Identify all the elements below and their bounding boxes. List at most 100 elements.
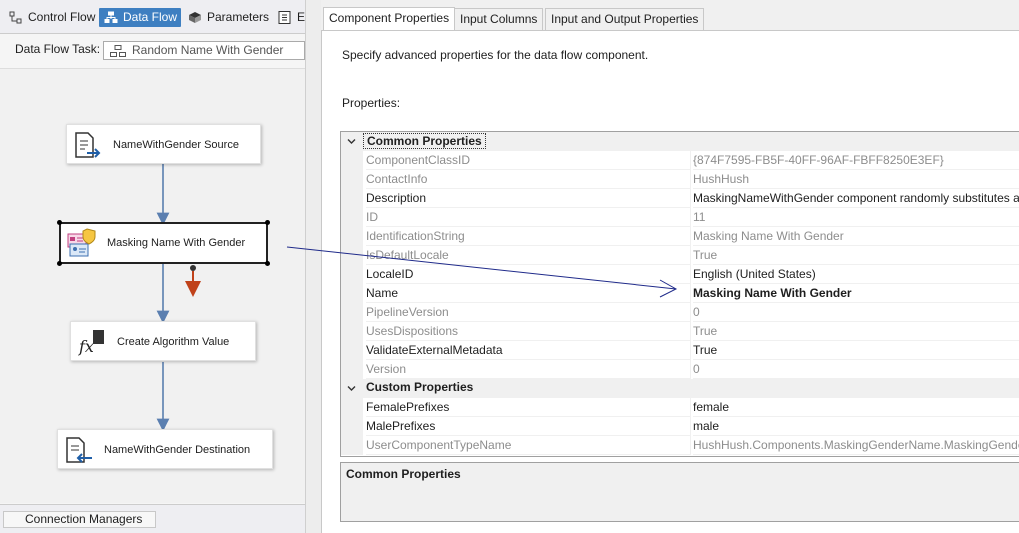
property-row[interactable]: PipelineVersion 0 bbox=[341, 303, 1019, 322]
property-value[interactable]: MaskingNameWithGender component randomly… bbox=[693, 189, 1019, 208]
property-name: Version bbox=[366, 360, 691, 379]
property-row[interactable]: UserComponentTypeName HushHush.Components… bbox=[341, 436, 1019, 455]
row-gutter bbox=[341, 360, 363, 379]
property-name: UsesDispositions bbox=[366, 322, 691, 341]
property-row[interactable]: Name Masking Name With Gender bbox=[341, 284, 1019, 303]
property-value[interactable]: HushHush.Components.MaskingGenderName.Ma… bbox=[693, 436, 1019, 455]
property-name: LocaleID bbox=[366, 265, 691, 284]
tab-label: E bbox=[297, 10, 306, 24]
row-gutter bbox=[341, 265, 363, 284]
property-row[interactable]: ContactInfo HushHush bbox=[341, 170, 1019, 189]
design-surface[interactable]: NameWithGender Source Masking Name With … bbox=[0, 68, 305, 503]
data-flow-task-label: Data Flow Task: bbox=[15, 42, 101, 56]
property-row[interactable]: Version 0 bbox=[341, 360, 1019, 379]
tab-label: Control Flow bbox=[28, 10, 96, 24]
property-row[interactable]: UsesDispositions True bbox=[341, 322, 1019, 341]
property-name: IsDefaultLocale bbox=[366, 246, 691, 265]
property-row[interactable]: FemalePrefixes female bbox=[341, 398, 1019, 417]
connection-managers-bar: Connection Managers bbox=[0, 504, 305, 533]
row-gutter bbox=[341, 151, 363, 170]
property-value[interactable]: 11 bbox=[693, 208, 1019, 227]
data-flow-task-select[interactable]: Random Name With Gender bbox=[103, 41, 305, 60]
property-row[interactable]: ID 11 bbox=[341, 208, 1019, 227]
property-value[interactable]: True bbox=[693, 322, 1019, 341]
app-window: Control Flow Data Flow Parameters E Data… bbox=[0, 0, 1019, 533]
component-properties-panel: Specify advanced properties for the data… bbox=[321, 30, 1019, 533]
splitter[interactable] bbox=[305, 0, 321, 533]
property-value[interactable]: True bbox=[693, 341, 1019, 360]
tab-data-flow[interactable]: Data Flow bbox=[99, 8, 182, 27]
component-label: NameWithGender Source bbox=[113, 139, 239, 151]
data-flow-task-icon bbox=[110, 45, 126, 57]
row-gutter bbox=[341, 208, 363, 227]
tab-parameters[interactable]: Parameters bbox=[183, 8, 273, 27]
property-name: Name bbox=[366, 284, 691, 303]
row-gutter bbox=[341, 398, 363, 417]
property-name: PipelineVersion bbox=[366, 303, 691, 322]
resize-handle[interactable] bbox=[57, 261, 62, 266]
chevron-down-icon[interactable] bbox=[347, 384, 356, 393]
component-destination[interactable]: NameWithGender Destination bbox=[57, 429, 273, 469]
properties-label: Properties: bbox=[342, 96, 401, 110]
property-name: IdentificationString bbox=[366, 227, 691, 246]
property-value[interactable]: {874F7595-FB5F-40FF-96AF-FBFF8250E3EF} bbox=[693, 151, 1019, 170]
row-gutter bbox=[341, 322, 363, 341]
help-title: Common Properties bbox=[346, 467, 461, 481]
tab-component-properties[interactable]: Component Properties bbox=[323, 7, 456, 31]
property-value[interactable]: female bbox=[693, 398, 1019, 417]
resize-handle[interactable] bbox=[265, 220, 270, 225]
source-icon bbox=[75, 132, 101, 158]
property-name: MalePrefixes bbox=[366, 417, 691, 436]
component-masking[interactable]: Masking Name With Gender bbox=[57, 220, 270, 266]
component-label: Create Algorithm Value bbox=[117, 336, 230, 348]
property-value[interactable]: HushHush bbox=[693, 170, 1019, 189]
connection-managers-tab[interactable]: Connection Managers bbox=[3, 511, 156, 528]
tab-label: Parameters bbox=[207, 10, 270, 24]
property-value[interactable]: 0 bbox=[693, 360, 1019, 379]
property-row[interactable]: LocaleID English (United States) bbox=[341, 265, 1019, 284]
resize-handle[interactable] bbox=[57, 220, 62, 225]
property-name: FemalePrefixes bbox=[366, 398, 691, 417]
property-row[interactable]: ValidateExternalMetadata True bbox=[341, 341, 1019, 360]
property-row[interactable]: ComponentClassID {874F7595-FB5F-40FF-96AF… bbox=[341, 151, 1019, 170]
tab-label: Data Flow bbox=[123, 10, 178, 24]
resize-handle[interactable] bbox=[265, 261, 270, 266]
property-row[interactable]: IdentificationString Masking Name With Ge… bbox=[341, 227, 1019, 246]
destination-icon bbox=[66, 437, 92, 463]
property-value[interactable]: English (United States) bbox=[693, 265, 1019, 284]
row-gutter bbox=[341, 303, 363, 322]
chevron-down-icon[interactable] bbox=[347, 137, 356, 146]
property-value[interactable]: Masking Name With Gender bbox=[693, 227, 1019, 246]
component-label: NameWithGender Destination bbox=[104, 444, 251, 456]
property-value[interactable]: 0 bbox=[693, 303, 1019, 322]
tab-event-handlers[interactable]: E bbox=[273, 8, 309, 27]
advanced-editor: Component Properties Input Columns Input… bbox=[321, 0, 1019, 533]
row-gutter bbox=[341, 417, 363, 436]
tab-control-flow[interactable]: Control Flow bbox=[4, 8, 99, 27]
error-output-anchor[interactable] bbox=[190, 265, 196, 271]
property-name: UserComponentTypeName bbox=[366, 436, 691, 455]
tab-input-columns[interactable]: Input Columns bbox=[454, 8, 544, 30]
property-name: ValidateExternalMetadata bbox=[366, 341, 691, 360]
property-row[interactable]: IsDefaultLocale True bbox=[341, 246, 1019, 265]
property-value[interactable]: Masking Name With Gender bbox=[693, 284, 1019, 303]
control-flow-icon bbox=[9, 11, 22, 24]
event-handlers-icon bbox=[278, 11, 291, 24]
property-value[interactable]: True bbox=[693, 246, 1019, 265]
data-flow-icon bbox=[104, 11, 118, 23]
row-gutter bbox=[341, 436, 363, 455]
property-value[interactable]: male bbox=[693, 417, 1019, 436]
property-grid[interactable]: Common Properties ComponentClassID {874F7… bbox=[340, 131, 1019, 457]
row-gutter bbox=[341, 341, 363, 360]
row-gutter bbox=[341, 227, 363, 246]
component-source[interactable]: NameWithGender Source bbox=[66, 124, 261, 164]
property-row[interactable]: Description MaskingNameWithGender compone… bbox=[341, 189, 1019, 208]
property-row[interactable]: MalePrefixes male bbox=[341, 417, 1019, 436]
panel-description: Specify advanced properties for the data… bbox=[342, 48, 649, 62]
tab-input-output-properties[interactable]: Input and Output Properties bbox=[545, 8, 705, 30]
property-name: ContactInfo bbox=[366, 170, 691, 189]
property-help-pane: Common Properties bbox=[340, 462, 1019, 522]
category-common-properties[interactable]: Common Properties bbox=[341, 132, 1019, 151]
category-custom-properties[interactable]: Custom Properties bbox=[341, 379, 1019, 398]
component-derived-column[interactable]: fx Create Algorithm Value bbox=[70, 321, 256, 361]
